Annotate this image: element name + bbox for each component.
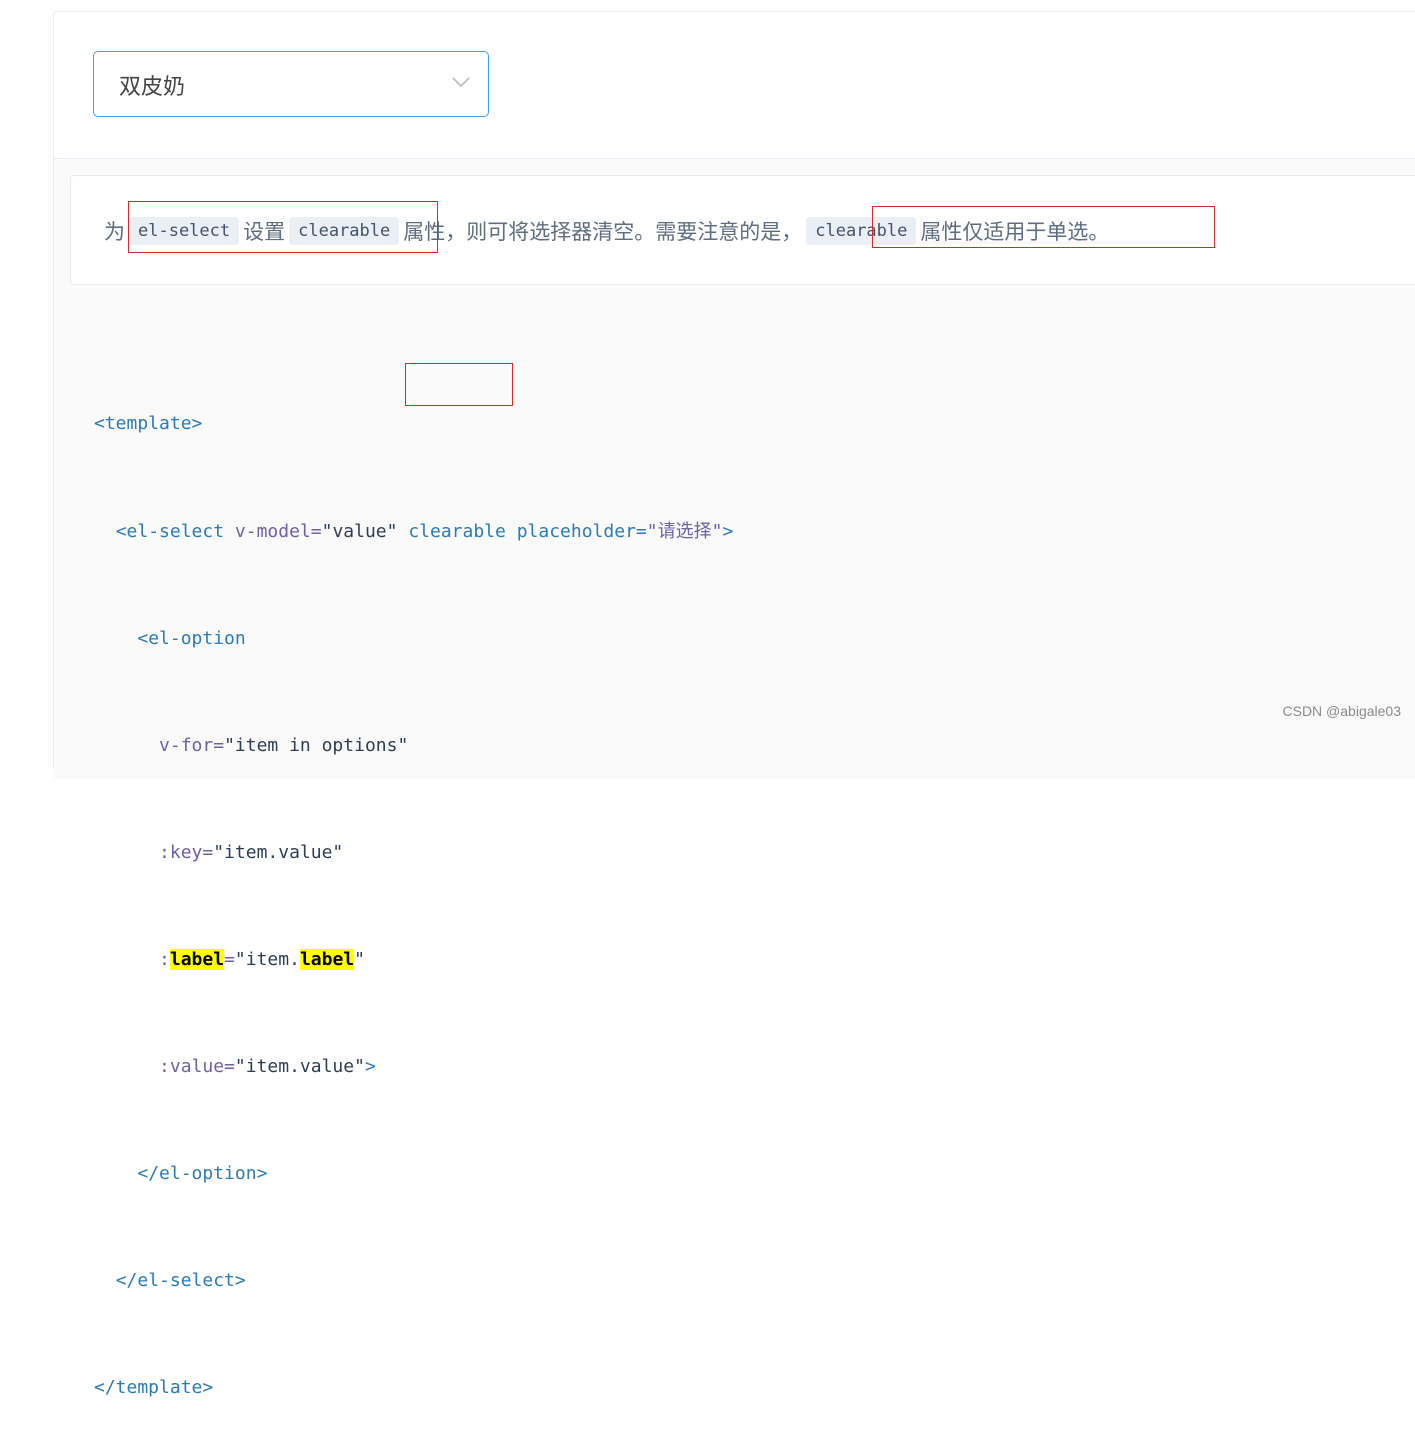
code-token: </el-select> [115, 1270, 246, 1292]
code-token: :value= [159, 1055, 235, 1077]
code-line-2: <el-select v-model="value" clearable pla… [94, 514, 734, 550]
select-value: 双皮奶 [119, 75, 186, 100]
code-token: "item in options" [224, 734, 409, 756]
code-token: v-model= [234, 520, 322, 542]
code-line-1: <template> [94, 406, 733, 442]
code-token: "item. [234, 948, 300, 970]
code-token: :key= [159, 841, 214, 863]
code-line-5: :key="item.value" [94, 835, 733, 871]
code-line-10: </template> [94, 1370, 733, 1406]
desc-mid2: 属性，则可将选择器清空。需要注意的是， [403, 220, 803, 244]
code-line-6: :label="item.label" [94, 942, 733, 978]
code-token: <el-select [115, 520, 225, 542]
demo-card: 双皮奶 为 el-select 设置 clearable 属性，则可将选择器清空。需要注… [53, 11, 1415, 1398]
code-token: " [646, 520, 658, 542]
highlight-label: label [299, 948, 355, 970]
code-token: v-for= [159, 734, 225, 756]
code-token: > [364, 1055, 376, 1077]
highlight-label: label [169, 948, 225, 970]
code-token: "value" [321, 520, 398, 542]
code-token: <el-option [137, 627, 246, 649]
annotation-box-clearable-single [872, 206, 1215, 248]
demo-area: 双皮奶 [54, 12, 1415, 158]
code-token: " [354, 948, 365, 970]
code-token: > [722, 520, 734, 542]
code-token: "item.value" [234, 1055, 365, 1077]
annotation-box-code-clearable [405, 363, 513, 406]
code-line-3: <el-option [94, 621, 733, 657]
code-token: <template> [94, 413, 203, 435]
code-token: : [159, 948, 170, 970]
code-line-8: </el-option> [94, 1156, 733, 1192]
code-line-9: </el-select> [94, 1263, 733, 1299]
code-token: placeholder= [516, 520, 647, 542]
code-token-clearable: clearable [408, 520, 506, 542]
code-block: <template> <el-select v-model="value" cl… [94, 335, 733, 1454]
chevron-down-icon[interactable] [452, 76, 470, 88]
code-line-7: :value="item.value"> [94, 1049, 733, 1085]
code-token: </el-option> [137, 1163, 268, 1185]
annotation-box-el-select-clearable [128, 201, 438, 253]
desc-prefix: 为 [104, 220, 125, 244]
code-line-4: v-for="item in options" [94, 728, 733, 764]
code-token: = [224, 948, 235, 970]
code-token: </template> [94, 1377, 214, 1399]
code-token: " [711, 520, 723, 542]
dessert-select[interactable]: 双皮奶 [93, 51, 489, 117]
watermark: CSDN @abigale03 [1282, 703, 1402, 719]
code-token: "item.value" [213, 841, 344, 863]
code-token: 请选择 [657, 520, 712, 542]
